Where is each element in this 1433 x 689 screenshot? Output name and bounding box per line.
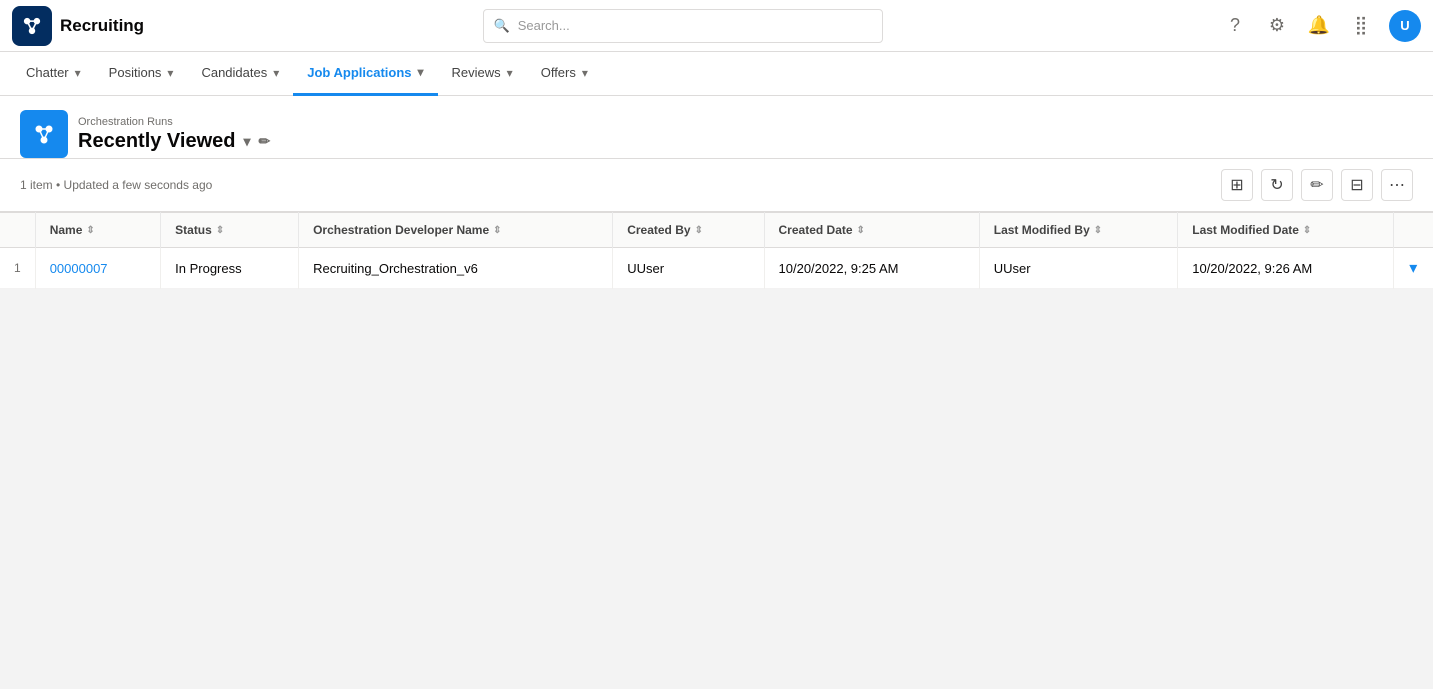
sort-icon: ⇕ bbox=[695, 225, 703, 236]
chevron-down-icon: ▾ bbox=[582, 66, 588, 80]
col-header-row-num bbox=[0, 213, 35, 248]
more-button[interactable]: ⋯ bbox=[1381, 169, 1413, 201]
page-header: Orchestration Runs Recently Viewed ▾ ✏ bbox=[0, 96, 1433, 159]
search-container: 🔍 bbox=[164, 9, 1201, 43]
last-modified-date-cell: 10/20/2022, 9:26 AM bbox=[1178, 248, 1393, 289]
sort-icon: ⇕ bbox=[1094, 225, 1102, 236]
chevron-down-icon: ▾ bbox=[167, 66, 173, 80]
tab-candidates-label: Candidates bbox=[201, 65, 267, 80]
name-cell: 00000007 bbox=[35, 248, 160, 289]
edit-button[interactable]: ✏ bbox=[1301, 169, 1333, 201]
col-header-action bbox=[1393, 213, 1433, 248]
sort-icon: ⇕ bbox=[216, 225, 224, 236]
chevron-down-icon: ▾ bbox=[507, 66, 513, 80]
row-num-cell: 1 bbox=[0, 248, 35, 289]
table-row: 1 00000007 In Progress Recruiting_Orches… bbox=[0, 248, 1433, 289]
app-logo[interactable]: Recruiting bbox=[12, 6, 144, 46]
app-logo-icon bbox=[12, 6, 52, 46]
apps-grid-icon[interactable]: ⣿ bbox=[1347, 12, 1375, 40]
tab-chatter[interactable]: Chatter ▾ bbox=[12, 52, 95, 96]
tab-positions-label: Positions bbox=[109, 65, 162, 80]
help-icon[interactable]: ? bbox=[1221, 12, 1249, 40]
search-input[interactable] bbox=[518, 18, 872, 33]
col-header-orchestration-developer-name[interactable]: Orchestration Developer Name ⇕ bbox=[299, 213, 613, 248]
avatar[interactable]: U bbox=[1389, 10, 1421, 42]
top-navigation: Recruiting 🔍 ? ⚙ 🔔 ⣿ U bbox=[0, 0, 1433, 52]
tab-job-applications[interactable]: Job Applications ▾ bbox=[293, 52, 437, 96]
sort-icon: ⇕ bbox=[493, 225, 501, 236]
tab-job-applications-label: Job Applications bbox=[307, 65, 411, 80]
sort-icon: ⇕ bbox=[1303, 225, 1311, 236]
tab-offers-label: Offers bbox=[541, 65, 576, 80]
col-header-last-modified-by[interactable]: Last Modified By ⇕ bbox=[979, 213, 1178, 248]
tab-reviews-label: Reviews bbox=[452, 65, 501, 80]
search-icon: 🔍 bbox=[494, 18, 510, 34]
page-header-subtitle: Orchestration Runs bbox=[78, 116, 1413, 128]
status-cell: In Progress bbox=[161, 248, 299, 289]
last-modified-by-cell: UUser bbox=[979, 248, 1178, 289]
tab-reviews[interactable]: Reviews ▾ bbox=[438, 52, 527, 96]
row-action-button[interactable]: ▾ bbox=[1409, 260, 1417, 277]
action-cell[interactable]: ▾ bbox=[1393, 248, 1433, 289]
orchestration-runs-table: Name ⇕ Status ⇕ Orchestration Developer … bbox=[0, 212, 1433, 289]
tab-chatter-label: Chatter bbox=[26, 65, 69, 80]
page-title-text: Recently Viewed bbox=[78, 130, 235, 153]
col-header-created-by[interactable]: Created By ⇕ bbox=[613, 213, 764, 248]
tab-candidates[interactable]: Candidates ▾ bbox=[187, 52, 293, 96]
orchestration-developer-name-cell: Recruiting_Orchestration_v6 bbox=[299, 248, 613, 289]
col-header-created-date[interactable]: Created Date ⇕ bbox=[764, 213, 979, 248]
created-date-cell: 10/20/2022, 9:25 AM bbox=[764, 248, 979, 289]
content-area bbox=[0, 289, 1433, 689]
tab-positions[interactable]: Positions ▾ bbox=[95, 52, 188, 96]
table-container: Name ⇕ Status ⇕ Orchestration Developer … bbox=[0, 212, 1433, 289]
app-title: Recruiting bbox=[60, 16, 144, 36]
page-header-top: Orchestration Runs Recently Viewed ▾ ✏ bbox=[20, 110, 1413, 158]
setup-icon[interactable]: ⚙ bbox=[1263, 12, 1291, 40]
created-by-cell: UUser bbox=[613, 248, 764, 289]
col-header-name[interactable]: Name ⇕ bbox=[35, 213, 160, 248]
object-icon bbox=[20, 110, 68, 158]
chevron-down-icon: ▾ bbox=[75, 66, 81, 80]
table-header-row: Name ⇕ Status ⇕ Orchestration Developer … bbox=[0, 213, 1433, 248]
col-header-last-modified-date[interactable]: Last Modified Date ⇕ bbox=[1178, 213, 1393, 248]
columns-button[interactable]: ⊞ bbox=[1221, 169, 1253, 201]
name-link[interactable]: 00000007 bbox=[50, 261, 108, 276]
chevron-down-icon: ▾ bbox=[418, 65, 424, 79]
title-chevron-icon[interactable]: ▾ bbox=[243, 133, 250, 150]
page-header-title: Recently Viewed ▾ ✏ bbox=[78, 130, 1413, 153]
top-right-icons: ? ⚙ 🔔 ⣿ U bbox=[1221, 10, 1421, 42]
sort-icon: ⇕ bbox=[857, 225, 865, 236]
toolbar: 1 item • Updated a few seconds ago ⊞ ↻ ✏… bbox=[0, 159, 1433, 212]
search-bar: 🔍 bbox=[483, 9, 883, 43]
filter-button[interactable]: ⊟ bbox=[1341, 169, 1373, 201]
refresh-button[interactable]: ↻ bbox=[1261, 169, 1293, 201]
page-header-info: Orchestration Runs Recently Viewed ▾ ✏ bbox=[78, 116, 1413, 153]
col-header-status[interactable]: Status ⇕ bbox=[161, 213, 299, 248]
nav-tabs: Chatter ▾ Positions ▾ Candidates ▾ Job A… bbox=[0, 52, 1433, 96]
tab-offers[interactable]: Offers ▾ bbox=[527, 52, 602, 96]
chevron-down-icon: ▾ bbox=[273, 66, 279, 80]
edit-title-icon[interactable]: ✏ bbox=[259, 133, 271, 150]
toolbar-meta: 1 item • Updated a few seconds ago bbox=[20, 178, 1213, 192]
notification-icon[interactable]: 🔔 bbox=[1305, 12, 1333, 40]
sort-icon: ⇕ bbox=[86, 225, 94, 236]
